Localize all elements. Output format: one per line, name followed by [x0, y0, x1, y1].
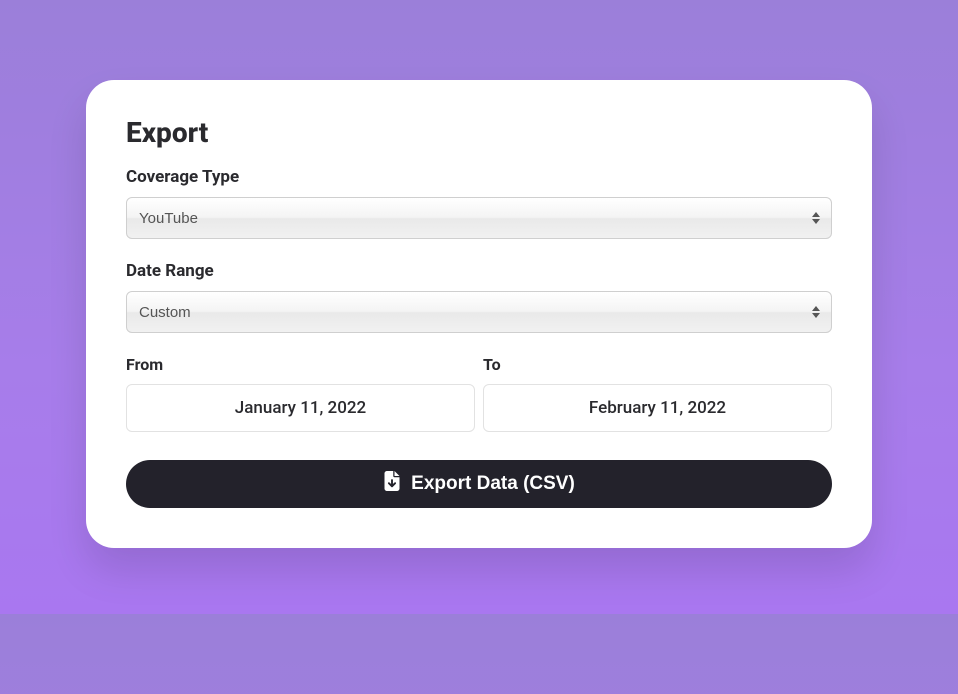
coverage-type-label: Coverage Type: [126, 167, 832, 187]
export-card: Export Coverage Type YouTube Date Range …: [86, 80, 872, 548]
to-label: To: [483, 355, 832, 374]
file-download-icon: [383, 471, 401, 497]
date-range-select-wrap: Custom: [126, 291, 832, 333]
export-data-button[interactable]: Export Data (CSV): [126, 460, 832, 508]
to-date-input[interactable]: February 11, 2022: [483, 384, 832, 432]
export-button-label: Export Data (CSV): [411, 473, 575, 495]
date-range-inputs: From January 11, 2022 To February 11, 20…: [126, 355, 832, 432]
from-date-input[interactable]: January 11, 2022: [126, 384, 475, 432]
date-range-select[interactable]: Custom: [126, 291, 832, 333]
coverage-type-select-wrap: YouTube: [126, 197, 832, 239]
from-label: From: [126, 355, 475, 374]
coverage-type-select[interactable]: YouTube: [126, 197, 832, 239]
date-range-label: Date Range: [126, 261, 832, 281]
page-title: Export: [126, 116, 832, 149]
